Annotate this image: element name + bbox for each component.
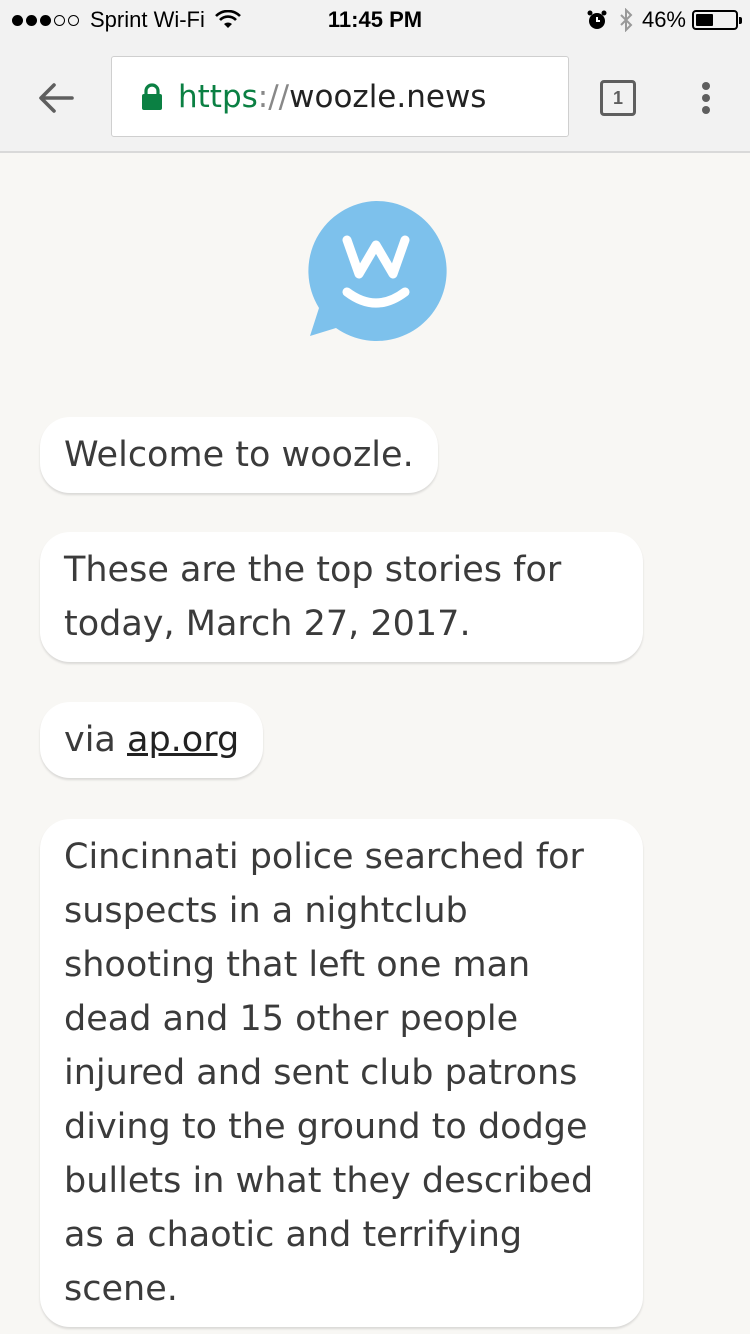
message-text: These are the top stories for today, Mar…	[64, 550, 562, 644]
url-scheme: https	[178, 78, 258, 115]
message-text: Welcome to woozle.	[64, 435, 414, 475]
message-text: Cincinnati police searched for suspects …	[64, 837, 594, 1309]
source-link[interactable]: ap.org	[127, 720, 239, 760]
back-arrow-icon[interactable]	[34, 76, 78, 120]
url-text: https://woozle.news	[178, 79, 486, 115]
address-bar[interactable]: https://woozle.news	[111, 56, 569, 137]
lock-icon	[142, 82, 162, 110]
chat-bubble-story: Cincinnati police searched for suspects …	[40, 819, 643, 1327]
chat-bubble-date: These are the top stories for today, Mar…	[40, 532, 643, 662]
url-host: woozle.news	[289, 78, 487, 115]
chat-bubble-welcome: Welcome to woozle.	[40, 417, 438, 493]
status-right: 46%	[586, 7, 742, 33]
battery-icon	[692, 10, 742, 30]
message-prefix: via	[64, 720, 128, 760]
alarm-icon	[587, 10, 607, 29]
status-bar: Sprint Wi-Fi 11:45 PM 46%	[0, 0, 750, 40]
battery-percent: 46%	[641, 7, 686, 32]
overflow-menu-icon[interactable]	[696, 76, 716, 120]
tab-switcher-button[interactable]: 1	[600, 80, 636, 116]
battery-fill	[696, 14, 714, 26]
url-separator: ://	[257, 78, 290, 115]
browser-toolbar: https://woozle.news 1	[0, 40, 750, 153]
woozle-logo-icon	[308, 200, 447, 341]
bluetooth-icon	[620, 8, 633, 32]
chat-bubble-source: via ap.org	[40, 702, 264, 778]
